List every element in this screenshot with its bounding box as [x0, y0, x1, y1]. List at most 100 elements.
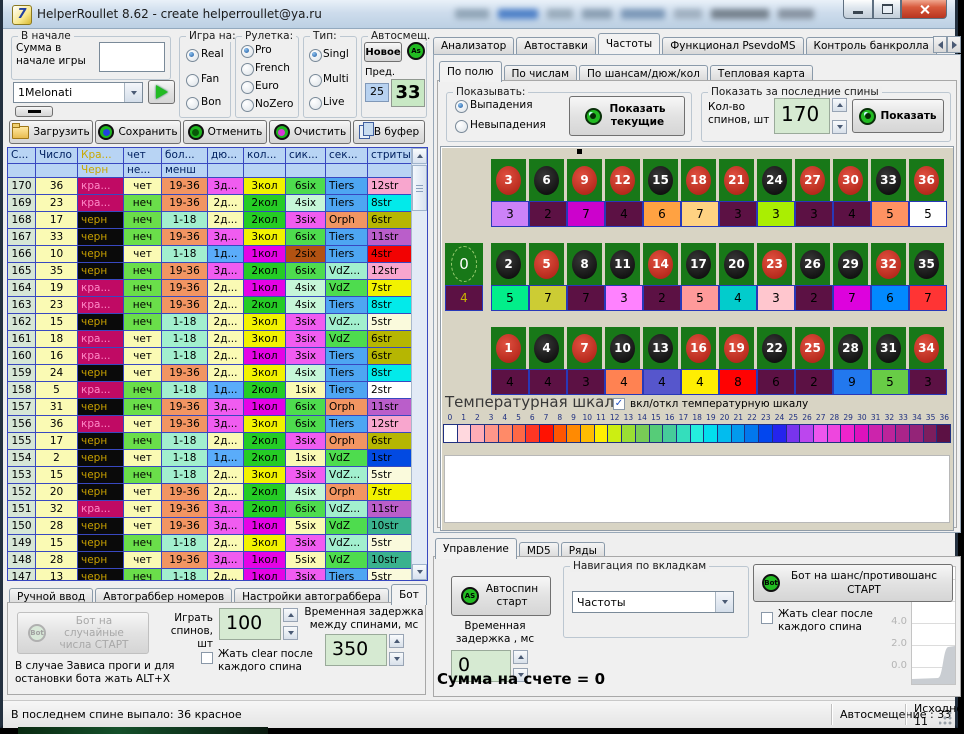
- board-number-11[interactable]: 11: [605, 243, 640, 285]
- tab-autobets[interactable]: Автоставки: [516, 37, 596, 54]
- table-row[interactable]: 16923кра...неч19-362д...2кол4sixTiers8st…: [8, 195, 411, 212]
- column-header[interactable]: кол...: [244, 148, 286, 178]
- board-number-27[interactable]: 27: [795, 159, 830, 201]
- table-row[interactable]: 16118кра...чет1-182д...3кол3sixVdZ6str: [8, 331, 411, 348]
- table-row[interactable]: 15220чернчет19-362д...2кол4sixOrph7str: [8, 484, 411, 501]
- board-number-31[interactable]: 31: [871, 327, 906, 369]
- tab-control[interactable]: Управление: [435, 538, 517, 559]
- scroll-up-button[interactable]: [412, 148, 427, 164]
- spinner-up-button[interactable]: [389, 634, 404, 648]
- board-number-16[interactable]: 16: [681, 327, 716, 369]
- column-header[interactable]: Число: [36, 148, 78, 178]
- board-number-13[interactable]: 13: [643, 327, 678, 369]
- board-number-21[interactable]: 21: [719, 159, 754, 201]
- column-header[interactable]: дю...: [208, 148, 244, 178]
- combo-dropdown-button[interactable]: [715, 592, 733, 612]
- radio-misses[interactable]: [455, 120, 468, 133]
- bot-delay-spinner[interactable]: 350: [325, 634, 404, 666]
- scroll-down-button[interactable]: [412, 564, 427, 580]
- board-number-33[interactable]: 33: [871, 159, 906, 201]
- board-number-25[interactable]: 25: [795, 327, 830, 369]
- board-number-26[interactable]: 26: [795, 243, 830, 285]
- bot-delay-value[interactable]: 350: [325, 634, 387, 666]
- combo-dropdown-button[interactable]: [124, 83, 142, 102]
- board-number-29[interactable]: 29: [833, 243, 868, 285]
- tab-psevdoms[interactable]: Функционал PsevdoMS: [662, 37, 803, 54]
- table-row[interactable]: 14828чернчет19-363д...1кол5sixVdZ10str: [8, 552, 411, 569]
- tab-bot[interactable]: Бот: [391, 584, 427, 605]
- tab-bankroll[interactable]: Контроль банкролла: [806, 37, 937, 54]
- spinner-up-button[interactable]: [832, 98, 847, 112]
- table-row[interactable]: 16817черннеч1-182д...2кол3sixOrph6str: [8, 212, 411, 229]
- maximize-button[interactable]: [873, 0, 901, 19]
- board-number-30[interactable]: 30: [833, 159, 868, 201]
- column-header[interactable]: стриты: [368, 148, 411, 178]
- column-header[interactable]: сик...: [286, 148, 326, 178]
- radio-singl[interactable]: [309, 49, 322, 62]
- board-number-15[interactable]: 15: [643, 159, 678, 201]
- table-row[interactable]: 16323кра...неч19-362д...2кол4sixTiers8st…: [8, 297, 411, 314]
- table-row[interactable]: 16016кра...чет1-182д...1кол3sixTiers6str: [8, 348, 411, 365]
- last-spins-spinner[interactable]: 170: [774, 98, 847, 134]
- table-row[interactable]: 14915черннеч1-182д...3кол3sixVdZ...5str: [8, 535, 411, 552]
- random-bot-start-button[interactable]: Bot Бот на случайные числа СТАРТ: [17, 612, 149, 654]
- spinner-up-button[interactable]: [283, 608, 298, 622]
- new-button[interactable]: Новое: [364, 42, 402, 62]
- spinner-down-button[interactable]: [832, 120, 847, 134]
- table-row[interactable]: 16610чернчет1-181д...1кол2sixTiers4str: [8, 246, 411, 263]
- table-scrollbar[interactable]: [411, 148, 427, 580]
- show-button[interactable]: Показать: [852, 99, 944, 133]
- resize-grip[interactable]: [939, 712, 953, 726]
- play-button[interactable]: [148, 80, 175, 104]
- table-row[interactable]: 15924чернчет19-362д...3кол4sixTiers8str: [8, 365, 411, 382]
- table-row[interactable]: 17036кра...чет19-363д...3кол6sixTiers12s…: [8, 178, 411, 195]
- table-row[interactable]: 15731черннеч19-363д...1кол6sixOrph11str: [8, 399, 411, 416]
- save-button[interactable]: Сохранить: [95, 120, 181, 144]
- board-number-34[interactable]: 34: [909, 327, 944, 369]
- column-header[interactable]: четне...: [124, 148, 162, 178]
- board-number-9[interactable]: 9: [567, 159, 602, 201]
- board-number-17[interactable]: 17: [681, 243, 716, 285]
- load-button[interactable]: Загрузить: [9, 120, 93, 144]
- board-number-6[interactable]: 6: [529, 159, 564, 201]
- tabs-scroll-left-button[interactable]: [933, 36, 947, 53]
- undo-button[interactable]: Отменить: [183, 120, 267, 144]
- minimize-button[interactable]: [843, 0, 873, 19]
- autospin-start-button[interactable]: AS Автоспин старт: [451, 576, 551, 616]
- table-row[interactable]: 16215черннеч1-182д...3кол3sixVdZ...5str: [8, 314, 411, 331]
- board-number-8[interactable]: 8: [567, 243, 602, 285]
- board-number-20[interactable]: 20: [719, 243, 754, 285]
- board-number-28[interactable]: 28: [833, 327, 868, 369]
- board-number-7[interactable]: 7: [567, 327, 602, 369]
- spins-count-spinner[interactable]: 100: [219, 608, 298, 640]
- tabs-scroll-right-button[interactable]: [947, 36, 961, 53]
- titlebar[interactable]: 7 HelperRoullet 8.62 - create helperroul…: [3, 0, 955, 29]
- board-number-14[interactable]: 14: [643, 243, 678, 285]
- radio-real[interactable]: [186, 49, 199, 62]
- column-header[interactable]: бол...менш: [162, 148, 208, 178]
- board-number-19[interactable]: 19: [719, 327, 754, 369]
- autoshift-as-icon[interactable]: As: [407, 42, 425, 60]
- board-number-10[interactable]: 10: [605, 327, 640, 369]
- radio-french[interactable]: [241, 63, 254, 76]
- board-number-3[interactable]: 3: [491, 159, 526, 201]
- spinner-down-button[interactable]: [283, 626, 298, 640]
- clear-after-spin-checkbox[interactable]: [201, 652, 213, 664]
- spinner-up-button[interactable]: [513, 650, 528, 664]
- board-number-1[interactable]: 1: [491, 327, 526, 369]
- board-number-2[interactable]: 2: [491, 243, 526, 285]
- spinner-down-button[interactable]: [389, 652, 404, 666]
- clear-button[interactable]: Очистить: [269, 120, 351, 144]
- radio-live[interactable]: [309, 97, 322, 110]
- board-number-23[interactable]: 23: [757, 243, 792, 285]
- board-number-24[interactable]: 24: [757, 159, 792, 201]
- chance-bot-start-button[interactable]: Bot Бот на шанс/противошанс СТАРТ: [753, 564, 953, 602]
- board-number-36[interactable]: 36: [909, 159, 944, 201]
- spins-count-value[interactable]: 100: [219, 608, 281, 640]
- close-button[interactable]: [901, 0, 947, 19]
- radio-bon[interactable]: [186, 97, 199, 110]
- tab-frequencies[interactable]: Частоты: [598, 33, 660, 54]
- radio-euro[interactable]: [241, 81, 254, 94]
- board-number-5[interactable]: 5: [529, 243, 564, 285]
- board-number-32[interactable]: 32: [871, 243, 906, 285]
